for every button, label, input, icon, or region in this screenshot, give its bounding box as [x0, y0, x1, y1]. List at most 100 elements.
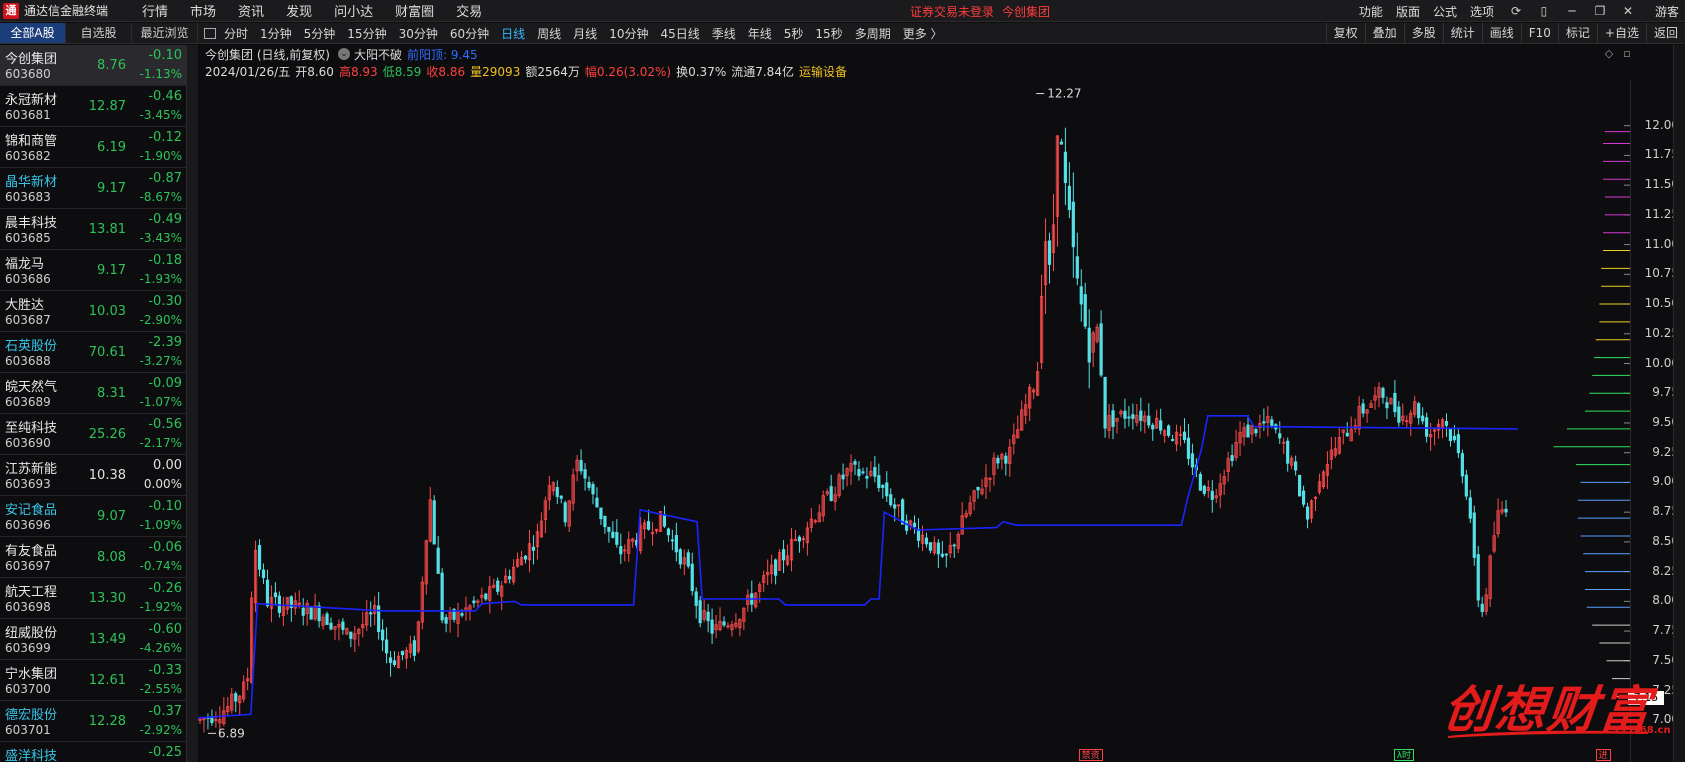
- stock-row[interactable]: 纽威股份 603699 13.49 -0.60 -4.26%: [0, 619, 186, 660]
- event-marker[interactable]: 禁资: [1078, 749, 1103, 761]
- candle-body: [996, 457, 1000, 464]
- chart-tool-button[interactable]: 画线: [1481, 23, 1521, 43]
- period-tab[interactable]: 5秒: [784, 25, 804, 42]
- chart-tool-button[interactable]: 叠加: [1364, 23, 1404, 43]
- stock-row[interactable]: 江苏新能 603693 10.38 0.00 0.00%: [0, 455, 186, 496]
- period-tab[interactable]: 30分钟: [399, 25, 438, 42]
- menu-news[interactable]: 资讯: [238, 1, 264, 20]
- candle-body: [273, 592, 278, 598]
- period-tab[interactable]: 10分钟: [609, 25, 648, 42]
- period-tab[interactable]: 5分钟: [304, 25, 336, 42]
- event-marker[interactable]: λ时: [1393, 749, 1415, 761]
- stock-row[interactable]: 晨丰科技 603685 13.81 -0.49 -3.43%: [0, 209, 186, 250]
- period-tab[interactable]: 分时: [224, 25, 248, 42]
- period-tab[interactable]: 季线: [712, 25, 736, 42]
- chart-tool-button[interactable]: 复权: [1325, 23, 1365, 43]
- stock-change-pct: -2.92%: [139, 723, 182, 737]
- diamond-icon[interactable]: ◇: [1602, 47, 1616, 61]
- menu-functions[interactable]: 功能: [1359, 3, 1383, 20]
- chart-tool-button[interactable]: F10: [1520, 23, 1558, 43]
- login-status[interactable]: 证券交易未登录: [910, 3, 994, 20]
- menu-formula[interactable]: 公式: [1433, 3, 1457, 20]
- stock-row[interactable]: 大胜达 603687 10.03 -0.30 -2.90%: [0, 291, 186, 332]
- stock-code: 603698: [5, 600, 51, 614]
- candle-body: [1421, 415, 1425, 422]
- stock-row[interactable]: 皖天然气 603689 8.31 -0.09 -1.07%: [0, 373, 186, 414]
- candle-body: [1246, 424, 1250, 438]
- stock-row[interactable]: 永冠新材 603681 12.87 -0.46 -3.45%: [0, 86, 186, 127]
- stock-code: 603697: [5, 559, 51, 573]
- period-tab[interactable]: 60分钟: [450, 25, 489, 42]
- minimize-icon[interactable]: ─: [1563, 3, 1581, 19]
- tab-watchlist[interactable]: 自选股: [66, 23, 132, 43]
- candle-body: [1452, 435, 1457, 441]
- square-icon[interactable]: ▫: [1620, 47, 1634, 61]
- chart-tool-button[interactable]: 统计: [1442, 23, 1482, 43]
- stock-change-pct: -3.27%: [139, 354, 182, 368]
- stock-row[interactable]: 锦和商管 603682 6.19 -0.12 -1.90%: [0, 127, 186, 168]
- period-tab[interactable]: 15分钟: [347, 25, 386, 42]
- menu-layout[interactable]: 版面: [1396, 3, 1420, 20]
- stock-row[interactable]: 今创集团 603680 8.76 -0.10 -1.13%: [0, 45, 186, 86]
- stock-name: 今创集团: [5, 52, 58, 67]
- period-tab[interactable]: 月线: [573, 25, 597, 42]
- stock-row[interactable]: 宁水集团 603700 12.61 -0.33 -2.55%: [0, 660, 186, 701]
- panel-toggle-icon[interactable]: [204, 27, 216, 39]
- stock-row[interactable]: 德宏股份 603701 12.28 -0.37 -2.92%: [0, 701, 186, 742]
- guest-user[interactable]: 游客: [1655, 3, 1679, 20]
- menu-discover[interactable]: 发现: [286, 1, 312, 20]
- menu-wealth-circle[interactable]: 财富圈: [395, 1, 434, 20]
- period-tab[interactable]: 更多 〉: [903, 25, 943, 42]
- candle-body: [615, 532, 619, 545]
- period-tab[interactable]: 周线: [537, 25, 561, 42]
- period-tab[interactable]: 年线: [748, 25, 772, 42]
- close-icon[interactable]: ✕: [1619, 3, 1637, 19]
- indicator-name[interactable]: 大阳不破: [354, 46, 402, 63]
- phone-icon[interactable]: ▯: [1535, 3, 1553, 19]
- period-tab[interactable]: 1分钟: [260, 25, 292, 42]
- menu-trade[interactable]: 交易: [456, 1, 482, 20]
- stock-row[interactable]: 航天工程 603698 13.30 -0.26 -1.92%: [0, 578, 186, 619]
- stock-list-scrollbar[interactable]: [186, 45, 198, 762]
- stock-price: 12.28: [88, 714, 126, 729]
- candle-body: [440, 572, 444, 621]
- chart-tool-button[interactable]: +自选: [1596, 23, 1646, 43]
- stock-row[interactable]: 石英股份 603688 70.61 -2.39 -3.27%: [0, 332, 186, 373]
- app-name: 通达信金融终端: [24, 4, 109, 18]
- candle-body: [1444, 421, 1449, 426]
- stock-row[interactable]: 福龙马 603686 9.17 -0.18 -1.93%: [0, 250, 186, 291]
- event-marker[interactable]: 进: [1595, 749, 1611, 761]
- candle-body: [698, 600, 702, 624]
- candle-body: [1079, 286, 1083, 305]
- candle-body: [976, 486, 980, 491]
- stock-row[interactable]: 盛洋科技 -0.25: [0, 742, 186, 762]
- period-tab[interactable]: 多周期: [855, 25, 891, 42]
- menu-market[interactable]: 市场: [190, 1, 216, 20]
- candle-body: [1278, 433, 1282, 439]
- tab-recent[interactable]: 最近浏览: [132, 23, 198, 43]
- chart-scrollbar[interactable]: [1673, 45, 1685, 762]
- menu-quotes[interactable]: 行情: [142, 1, 168, 20]
- period-tab[interactable]: 45日线: [660, 25, 699, 42]
- chart-tool-button[interactable]: 标记: [1557, 23, 1597, 43]
- candle-body: [877, 475, 881, 489]
- stock-row[interactable]: 有友食品 603697 8.08 -0.06 -0.74%: [0, 537, 186, 578]
- stock-row[interactable]: 晶华新材 603683 9.17 -0.87 -8.67%: [0, 168, 186, 209]
- stock-change-pct: -1.09%: [139, 518, 182, 532]
- chart-tool-button[interactable]: 多股: [1403, 23, 1443, 43]
- refresh-icon[interactable]: ⟳: [1507, 3, 1525, 19]
- stock-row[interactable]: 安记食品 603696 9.07 -0.10 -1.09%: [0, 496, 186, 537]
- indicator-settings-icon[interactable]: ⌄: [338, 48, 350, 60]
- menu-options[interactable]: 选项: [1470, 3, 1494, 20]
- candle-body: [1464, 474, 1468, 497]
- candle-body: [936, 542, 940, 555]
- tab-all-a-shares[interactable]: 全部A股: [0, 23, 66, 43]
- period-tab[interactable]: 日线: [501, 25, 525, 42]
- menu-ask[interactable]: 问小达: [334, 1, 373, 20]
- restore-icon[interactable]: ❐: [1591, 3, 1609, 19]
- chart-tool-button[interactable]: 返回: [1645, 23, 1685, 43]
- quote-sector[interactable]: 运输设备: [799, 63, 847, 80]
- kline-chart[interactable]: 12.27 6.89: [198, 80, 1630, 762]
- period-tab[interactable]: 15秒: [815, 25, 842, 42]
- stock-row[interactable]: 至纯科技 603690 25.26 -0.56 -2.17%: [0, 414, 186, 455]
